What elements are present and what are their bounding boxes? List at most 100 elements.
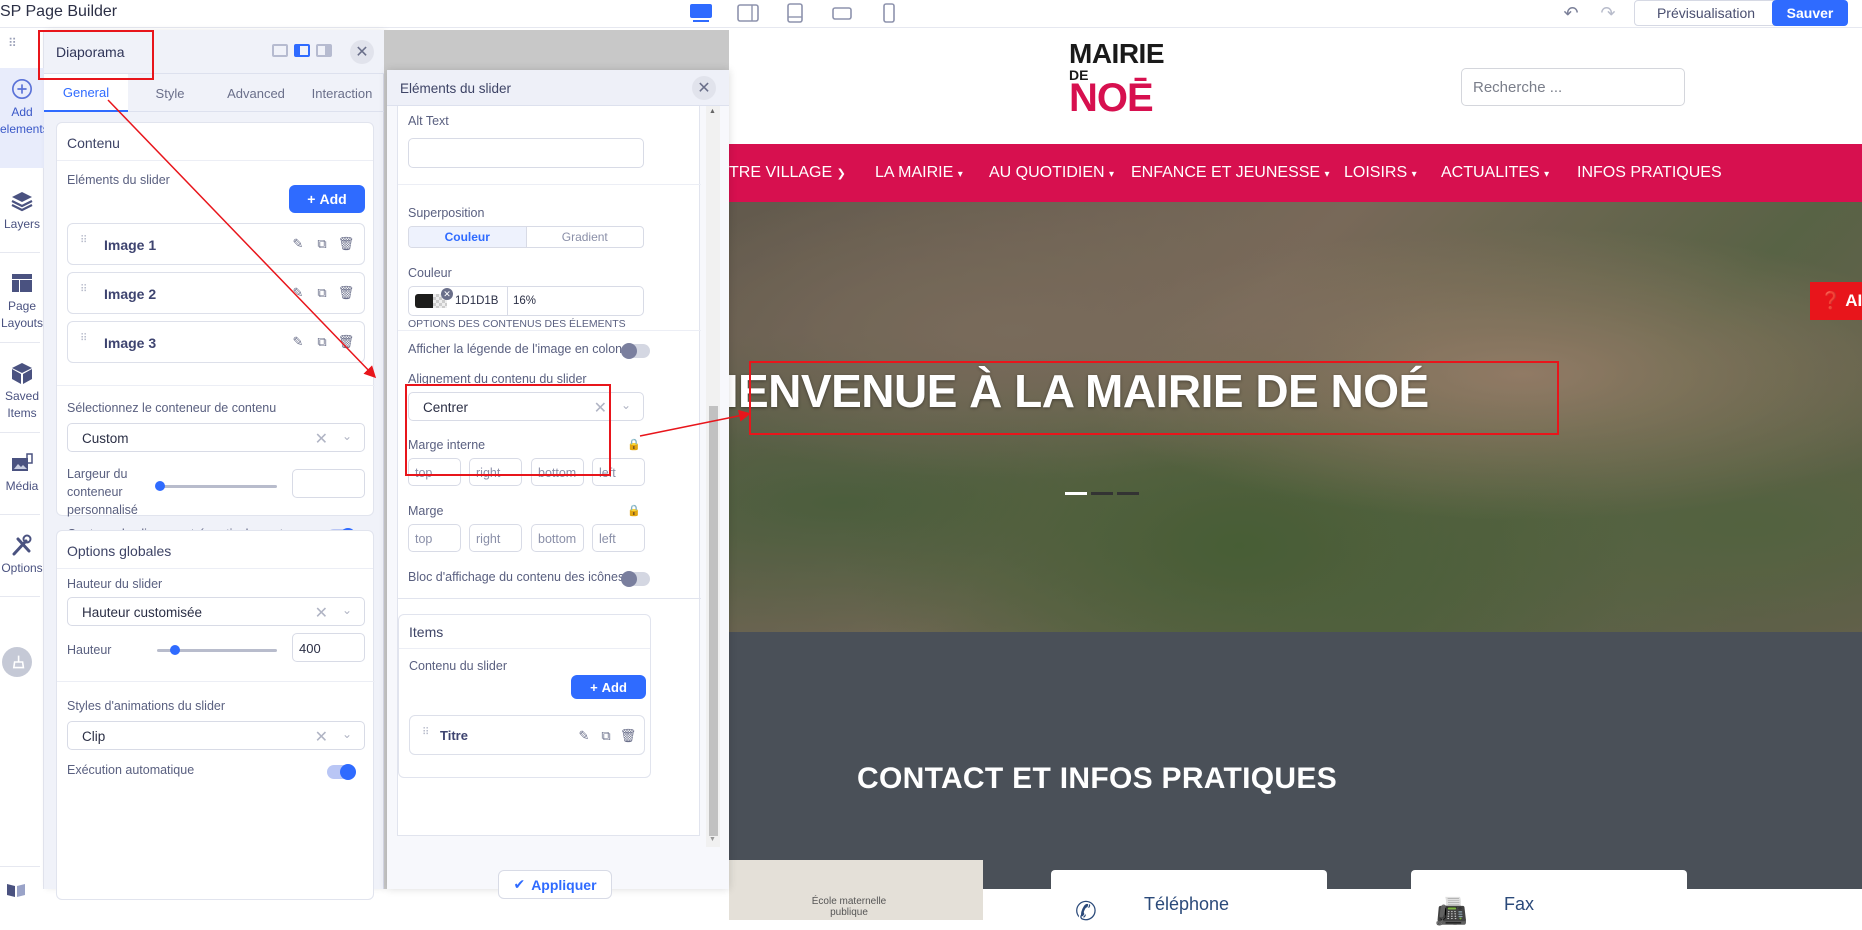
delete-trash-icon[interactable]: 🗑 <box>620 728 637 744</box>
media-icon <box>12 453 33 471</box>
drag-handle-icon[interactable]: ⠿ <box>8 36 18 50</box>
add-slider-item-button[interactable]: + Add <box>289 185 365 213</box>
nav-item[interactable]: ACTUALITES ▾ <box>1441 164 1549 182</box>
rail-page-layouts[interactable]: Page Layouts <box>0 272 44 332</box>
rail-add-elements[interactable]: Add elements <box>0 68 49 168</box>
animation-style-select[interactable]: Clip ✕ ⌄ <box>67 721 365 750</box>
slider-item[interactable]: ⠿ Image 2 ✎ ⧉ 🗑 <box>67 272 365 314</box>
clear-icon[interactable]: ✕ <box>315 603 328 623</box>
toggle-knob <box>340 764 356 780</box>
slider-height-mode-select[interactable]: Hauteur customisée ✕ ⌄ <box>67 597 365 626</box>
alt-text-label: Alt Text <box>408 114 449 128</box>
caption-column-toggle[interactable] <box>621 343 650 359</box>
device-tablet-landscape-button[interactable] <box>735 2 761 24</box>
scroll-thumb[interactable] <box>709 406 718 836</box>
clear-icon[interactable]: ✕ <box>315 429 328 449</box>
rail-options[interactable]: Options <box>0 534 44 577</box>
slider-item[interactable]: ⠿ Image 3 ✎ ⧉ 🗑 <box>67 321 365 363</box>
redo-button[interactable]: ↷ <box>1597 3 1619 23</box>
margin-bottom-input[interactable]: bottom <box>531 524 584 552</box>
scroll-down-icon[interactable]: ▼ <box>709 836 716 843</box>
delete-trash-icon[interactable]: 🗑 <box>338 236 355 252</box>
device-desktop-button[interactable] <box>688 2 714 24</box>
color-swatch[interactable] <box>415 294 433 308</box>
edit-pencil-icon[interactable]: ✎ <box>290 285 306 301</box>
height-slider[interactable] <box>157 645 277 655</box>
nav-item[interactable]: INFOS PRATIQUES <box>1577 164 1722 182</box>
panel-close-button[interactable]: ✕ <box>350 40 374 64</box>
container-select[interactable]: Custom ✕ ⌄ <box>67 423 365 452</box>
tab-advanced[interactable]: Advanced <box>212 74 300 112</box>
drag-handle-icon[interactable]: ⠿ <box>80 334 88 344</box>
icon-block-toggle[interactable] <box>621 571 650 587</box>
overlay-option-gradient[interactable]: Gradient <box>527 227 644 247</box>
preview-button[interactable]: Prévisualisation <box>1634 0 1778 26</box>
modal-title: Eléments du slider <box>400 81 512 96</box>
help-button[interactable]: ❓ AIDE <box>1810 282 1862 320</box>
rail-saved-items[interactable]: Saved Items <box>0 362 44 422</box>
undo-button[interactable]: ↶ <box>1560 3 1582 23</box>
content-item[interactable]: ⠿ Titre ✎ ⧉ 🗑 <box>409 715 645 755</box>
duplicate-icon[interactable]: ⧉ <box>598 728 614 744</box>
add-content-item-button[interactable]: + Add <box>571 675 646 699</box>
nav-item[interactable]: AU QUOTIDIEN ▾ <box>989 164 1114 182</box>
clear-icon[interactable]: ✕ <box>315 727 328 747</box>
drag-handle-icon[interactable]: ⠿ <box>80 285 88 295</box>
map-embed[interactable]: École maternelle publique <box>729 860 983 920</box>
slider-handle[interactable] <box>170 645 181 655</box>
slider-handle[interactable] <box>155 481 165 491</box>
rail-media[interactable]: Média <box>0 452 44 495</box>
lock-icon[interactable]: 🔒 <box>627 438 641 451</box>
margin-top-input[interactable]: top <box>408 524 461 552</box>
duplicate-icon[interactable]: ⧉ <box>314 285 330 301</box>
slide-indicator-active[interactable] <box>1065 492 1087 495</box>
duplicate-icon[interactable]: ⧉ <box>314 334 330 350</box>
margin-right-input[interactable]: right <box>469 524 522 552</box>
select-value: Hauteur customisée <box>82 605 203 620</box>
clean-button[interactable] <box>2 647 32 677</box>
rail-layers[interactable]: Layers <box>0 190 44 233</box>
lock-icon[interactable]: 🔒 <box>627 504 641 517</box>
apply-button[interactable]: ✔ Appliquer <box>498 870 612 899</box>
modal-scrollbar[interactable]: ▲ ▼ <box>706 106 720 847</box>
toggle-knob <box>621 343 637 359</box>
delete-trash-icon[interactable]: 🗑 <box>338 334 355 350</box>
question-circle-icon: ❓ <box>1820 291 1842 310</box>
device-tablet-portrait-button[interactable] <box>782 2 808 24</box>
tab-interaction[interactable]: Interaction <box>300 74 384 112</box>
drag-handle-icon[interactable]: ⠿ <box>422 728 430 738</box>
site-logo[interactable]: MAIRIE DE NOĒ <box>1069 40 1165 119</box>
device-mobile-landscape-button[interactable] <box>829 2 855 24</box>
overlay-option-color[interactable]: Couleur <box>409 227 527 247</box>
slide-indicator[interactable] <box>1117 492 1139 495</box>
device-mobile-portrait-button[interactable] <box>876 2 902 24</box>
width-input[interactable] <box>292 469 365 498</box>
height-input[interactable]: 400 <box>292 633 365 662</box>
slide-indicator[interactable] <box>1091 492 1113 495</box>
slider-item[interactable]: ⠿ Image 1 ✎ ⧉ 🗑 <box>67 223 365 265</box>
width-slider[interactable] <box>155 481 277 491</box>
duplicate-icon[interactable]: ⧉ <box>314 236 330 252</box>
delete-trash-icon[interactable]: 🗑 <box>338 285 355 301</box>
save-button[interactable]: Sauver <box>1772 0 1848 26</box>
site-search-input[interactable]: Recherche ... <box>1461 68 1685 106</box>
clear-color-icon[interactable]: ✕ <box>441 288 453 300</box>
margin-left-input[interactable]: left <box>592 524 645 552</box>
drag-handle-icon[interactable]: ⠿ <box>80 236 88 246</box>
documentation-button[interactable] <box>6 882 26 898</box>
alt-text-input[interactable] <box>408 138 644 168</box>
view-docked-right-icon[interactable] <box>316 44 332 57</box>
modal-close-button[interactable]: ✕ <box>692 76 716 100</box>
view-docked-left-icon[interactable] <box>294 44 310 57</box>
nav-item[interactable]: LA MAIRIE ▾ <box>875 164 963 182</box>
view-detached-icon[interactable] <box>272 44 288 57</box>
edit-pencil-icon[interactable]: ✎ <box>576 728 592 744</box>
scroll-up-icon[interactable]: ▲ <box>709 108 716 115</box>
nav-item[interactable]: ENFANCE ET JEUNESSE ▾ <box>1131 164 1330 182</box>
color-picker[interactable]: ✕ 1D1D1B 16% <box>408 286 644 316</box>
color-opacity[interactable]: 16% <box>513 295 536 307</box>
edit-pencil-icon[interactable]: ✎ <box>290 334 306 350</box>
autoplay-toggle[interactable] <box>327 764 356 780</box>
nav-item[interactable]: LOISIRS ▾ <box>1344 164 1417 182</box>
edit-pencil-icon[interactable]: ✎ <box>290 236 306 252</box>
